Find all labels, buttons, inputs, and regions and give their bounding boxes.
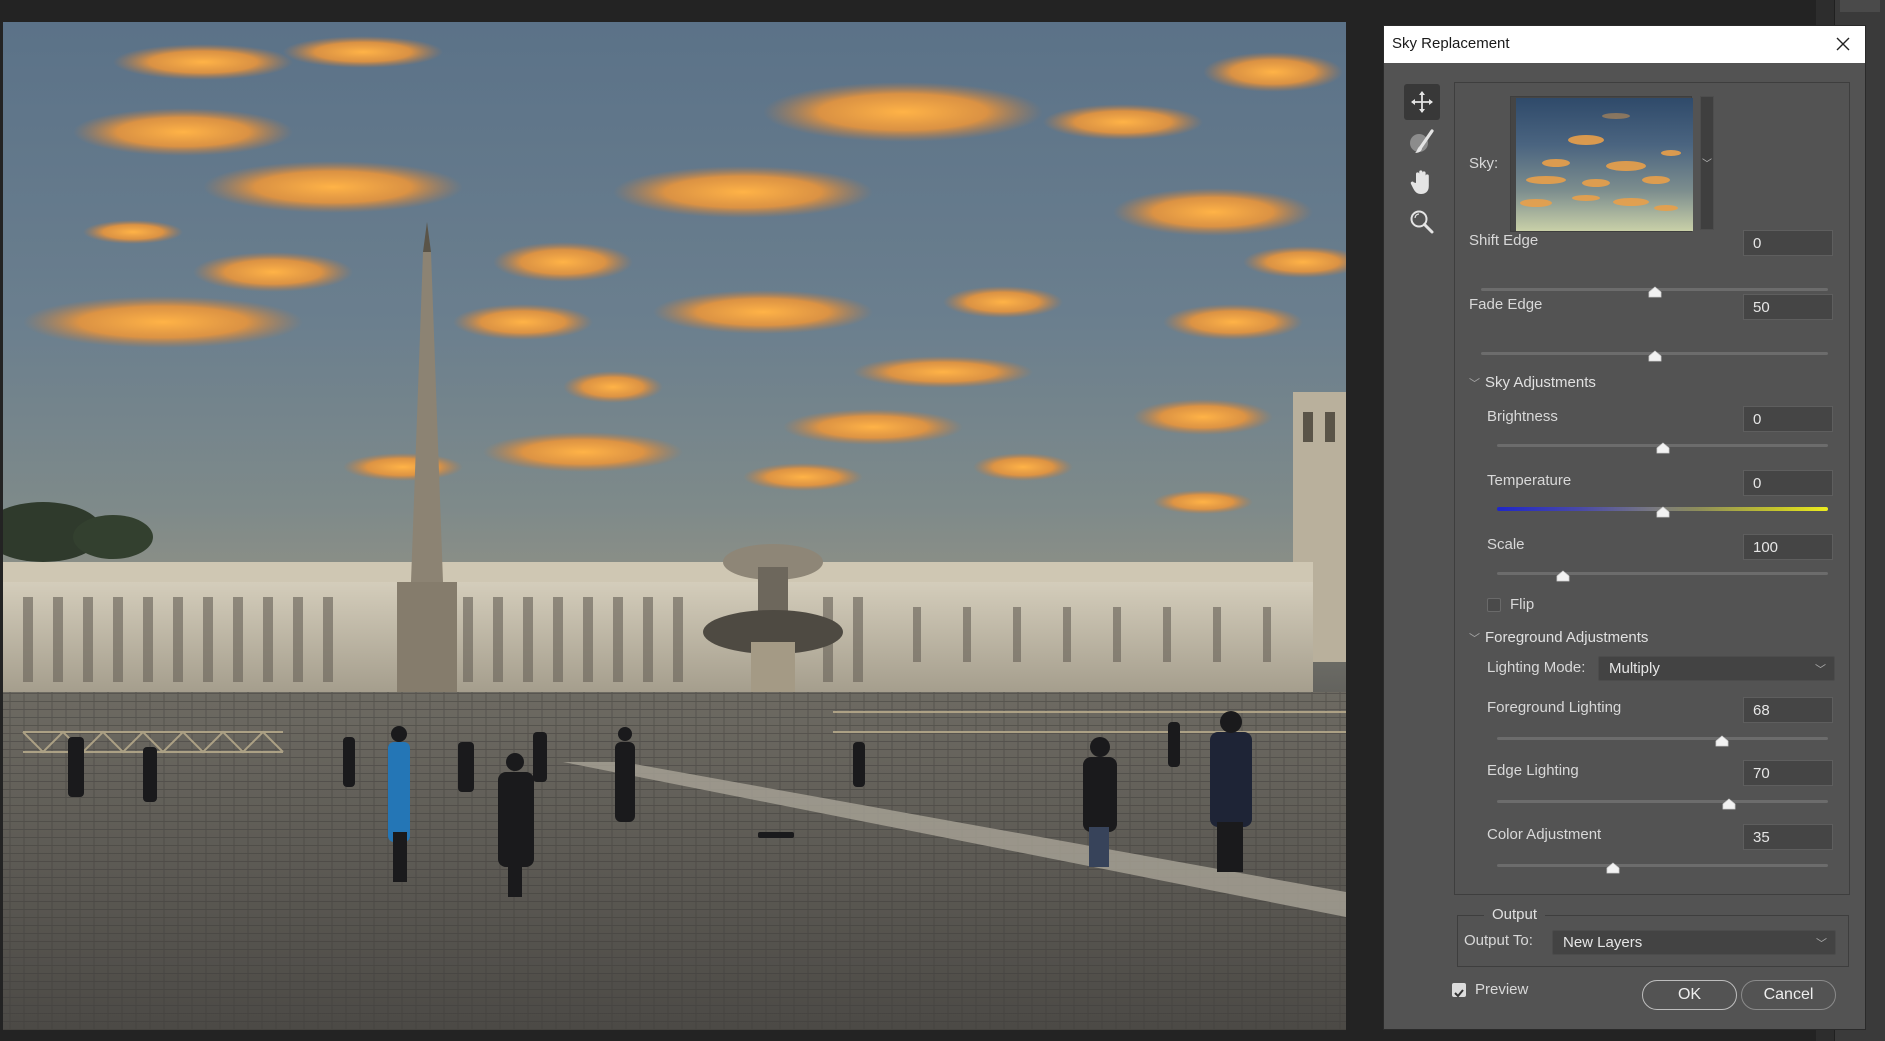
sky-replacement-dialog: Sky Replacement Sky: ﹀ Shift Edge 0 Fade… — [1383, 25, 1866, 1030]
color-adjustment-slider-thumb[interactable] — [1606, 862, 1620, 874]
output-to-select[interactable]: New Layers ﹀ — [1552, 930, 1836, 955]
sky-preset-image — [1516, 98, 1693, 231]
edge-lighting-slider-thumb[interactable] — [1722, 798, 1736, 810]
chevron-down-icon: ﹀ — [1816, 938, 1827, 950]
edge-lighting-label: Edge Lighting — [1487, 762, 1579, 779]
sky-label: Sky: — [1469, 155, 1499, 172]
close-icon — [1836, 37, 1850, 51]
close-button[interactable] — [1831, 32, 1855, 56]
dialog-title: Sky Replacement — [1392, 35, 1510, 52]
zoom-tool-button[interactable] — [1404, 204, 1440, 240]
output-legend: Output — [1484, 906, 1546, 923]
brightness-slider-thumb[interactable] — [1656, 442, 1670, 454]
brightness-label: Brightness — [1487, 408, 1558, 425]
temperature-label: Temperature — [1487, 472, 1572, 489]
sky-preset-thumbnail[interactable] — [1510, 96, 1693, 232]
trees — [3, 502, 153, 562]
scale-slider-thumb[interactable] — [1556, 570, 1570, 582]
document-canvas[interactable] — [3, 22, 1346, 1030]
chevron-down-icon: ﹀ — [1469, 633, 1480, 645]
zoom-icon — [1410, 210, 1434, 234]
sky-adjustments-header[interactable]: ﹀ Sky Adjustments — [1469, 374, 1596, 391]
edge-lighting-slider-track[interactable] — [1497, 800, 1828, 803]
edge-lighting-input[interactable]: 70 — [1743, 760, 1833, 786]
hand-icon — [1410, 170, 1429, 194]
foreground-lighting-slider-track[interactable] — [1497, 737, 1828, 740]
preview-checkbox[interactable] — [1452, 983, 1466, 998]
chevron-down-icon: ﹀ — [1469, 378, 1480, 390]
foreground-adjustments-title: Foreground Adjustments — [1485, 629, 1649, 646]
fade-edge-slider-thumb[interactable] — [1648, 350, 1662, 362]
foreground-lighting-label: Foreground Lighting — [1487, 699, 1622, 716]
sky-brush-icon — [1410, 129, 1434, 153]
tool-column — [1404, 84, 1444, 244]
lighting-mode-label: Lighting Mode: — [1487, 659, 1586, 676]
output-to-label: Output To: — [1464, 932, 1533, 949]
foreground-adjustments-header[interactable]: ﹀ Foreground Adjustments — [1469, 629, 1648, 646]
scale-slider-track[interactable] — [1497, 572, 1828, 575]
colonnade — [3, 562, 1313, 692]
clouds — [23, 36, 1346, 514]
scale-input[interactable]: 100 — [1743, 534, 1833, 560]
temperature-slider-thumb[interactable] — [1656, 506, 1670, 518]
foreground-lighting-input[interactable]: 68 — [1743, 697, 1833, 723]
ok-button[interactable]: OK — [1642, 980, 1737, 1010]
lighting-mode-value: Multiply — [1609, 660, 1660, 677]
sky-brush-tool-button[interactable] — [1404, 124, 1440, 160]
panel-dock-button[interactable] — [1840, 0, 1880, 12]
output-to-value: New Layers — [1563, 934, 1643, 951]
cancel-button[interactable]: Cancel — [1741, 980, 1836, 1010]
brightness-input[interactable]: 0 — [1743, 406, 1833, 432]
chevron-down-icon: ﹀ — [1702, 159, 1712, 170]
flip-checkbox[interactable] — [1487, 598, 1501, 612]
scale-label: Scale — [1487, 536, 1525, 553]
sky-adjustments-title: Sky Adjustments — [1485, 374, 1596, 391]
shift-edge-slider-thumb[interactable] — [1648, 286, 1662, 298]
checkmark-icon — [1454, 989, 1464, 998]
temperature-input[interactable]: 0 — [1743, 470, 1833, 496]
color-adjustment-slider-track[interactable] — [1497, 864, 1828, 867]
fade-edge-label: Fade Edge — [1469, 296, 1543, 313]
color-adjustment-label: Color Adjustment — [1487, 826, 1602, 843]
move-icon — [1411, 91, 1433, 113]
dialog-titlebar[interactable]: Sky Replacement — [1384, 26, 1865, 63]
photo-illustration — [3, 36, 1346, 1030]
chevron-down-icon: ﹀ — [1815, 664, 1826, 676]
shift-edge-label: Shift Edge — [1469, 232, 1539, 249]
shift-edge-input[interactable]: 0 — [1743, 230, 1833, 256]
flip-label: Flip — [1510, 596, 1535, 613]
move-tool-button[interactable] — [1404, 84, 1440, 120]
sky-preset-dropdown[interactable]: ﹀ — [1700, 96, 1714, 230]
fade-edge-input[interactable]: 50 — [1743, 294, 1833, 320]
preview-label: Preview — [1475, 981, 1529, 998]
hand-tool-button[interactable] — [1404, 164, 1440, 200]
foreground-lighting-slider-thumb[interactable] — [1715, 735, 1729, 747]
lighting-mode-select[interactable]: Multiply ﹀ — [1598, 656, 1835, 681]
settings-panel: Sky: ﹀ Shift Edge 0 Fade Edge 50 ﹀ Sky A… — [1454, 82, 1850, 895]
color-adjustment-input[interactable]: 35 — [1743, 824, 1833, 850]
